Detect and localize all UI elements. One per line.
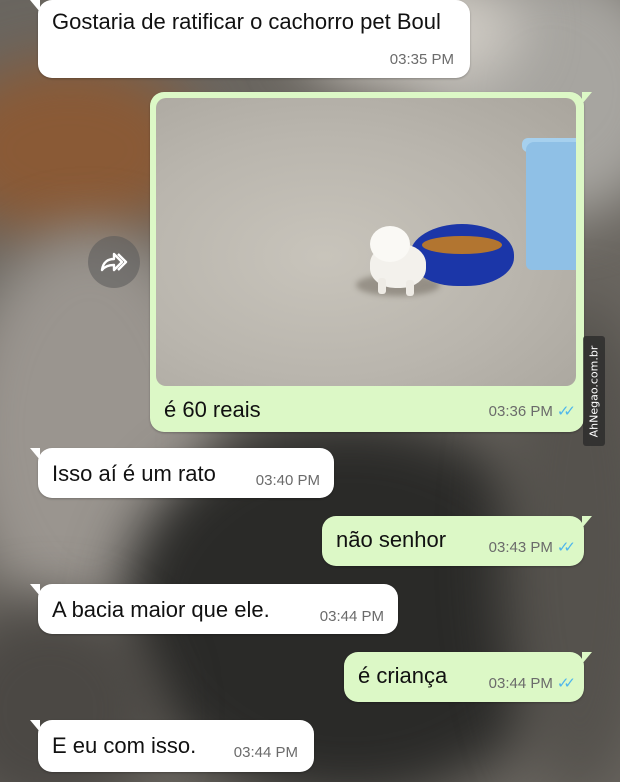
watermark-text: AhNegao.com.br: [587, 345, 601, 437]
outgoing-image-message[interactable]: é 60 reais 03:36 PM ✓✓: [150, 92, 592, 432]
incoming-message[interactable]: Isso aí é um rato 03:40 PM: [30, 448, 334, 498]
message-text: Isso aí é um rato: [52, 461, 216, 486]
forward-button[interactable]: [88, 236, 140, 288]
message-time: 03:43 PM: [488, 538, 553, 556]
message-text: E eu com isso.: [52, 733, 197, 758]
double-check-icon: ✓✓: [556, 675, 576, 692]
double-check-icon: ✓✓: [556, 539, 576, 556]
message-time: 03:35 PM: [389, 51, 454, 68]
image-caption: é 60 reais: [164, 397, 261, 422]
puppy-photo[interactable]: [156, 98, 576, 386]
double-check-icon: ✓✓: [556, 403, 576, 420]
message-text: é criança: [358, 663, 448, 688]
incoming-message[interactable]: A bacia maior que ele. 03:44 PM: [30, 584, 398, 634]
message-time: 03:36 PM: [488, 402, 553, 420]
incoming-message[interactable]: E eu com isso. 03:44 PM: [30, 720, 314, 772]
outgoing-message[interactable]: não senhor 03:43 PM ✓✓: [322, 516, 592, 566]
message-time: 03:44 PM: [233, 744, 298, 761]
message-time: 03:44 PM: [319, 608, 384, 625]
watermark: AhNegao.com.br: [583, 336, 605, 446]
message-text: A bacia maior que ele.: [52, 597, 270, 622]
incoming-message[interactable]: Gostaria de ratificar o cachorro pet Bou…: [30, 0, 470, 78]
message-text: não senhor: [336, 527, 447, 552]
message-text: Gostaria de ratificar o cachorro pet Bou…: [52, 9, 441, 34]
forward-icon: [100, 252, 128, 272]
outgoing-message[interactable]: é criança 03:44 PM ✓✓: [344, 652, 592, 702]
message-time: 03:40 PM: [255, 472, 320, 489]
message-time: 03:44 PM: [488, 674, 553, 692]
